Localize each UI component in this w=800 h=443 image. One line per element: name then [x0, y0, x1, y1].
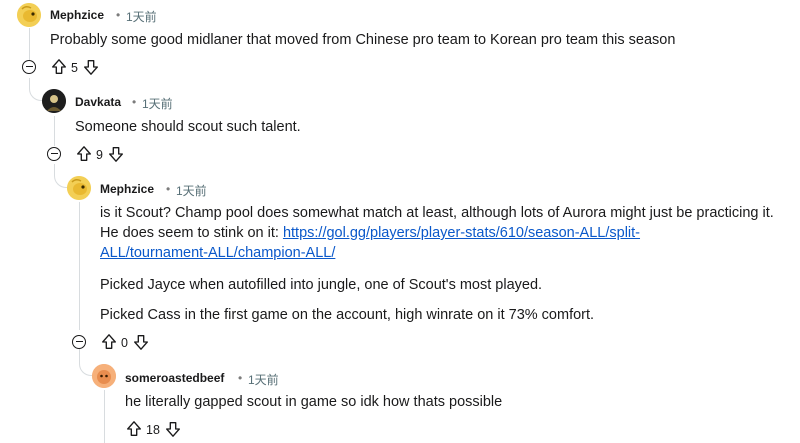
thread-connector: [54, 164, 68, 188]
vote-count: 9: [96, 148, 103, 162]
thread-line: [29, 28, 30, 60]
collapse-thread-icon[interactable]: [47, 147, 61, 161]
comment-body-paragraph: is it Scout? Champ pool does somewhat ma…: [100, 203, 790, 263]
comment-body-paragraph: Picked Jayce when autofilled into jungle…: [100, 277, 543, 293]
avatar[interactable]: [92, 364, 116, 388]
vote-count: 18: [146, 423, 160, 437]
comment-timestamp[interactable]: 1天前: [126, 8, 157, 25]
comment-body: Someone should scout such talent.: [75, 119, 301, 135]
separator-dot: •: [166, 182, 171, 196]
thread-line: [79, 202, 80, 330]
comment-author[interactable]: Davkata: [75, 95, 121, 109]
snoo-avatar-icon: [92, 364, 116, 388]
avatar[interactable]: [17, 3, 41, 27]
comment-timestamp[interactable]: 1天前: [176, 182, 207, 199]
separator-dot: •: [132, 95, 137, 109]
comment-body-paragraph: Picked Cass in the first game on the acc…: [100, 307, 595, 323]
comment-body: Probably some good midlaner that moved f…: [50, 32, 676, 48]
comment-author[interactable]: someroastedbeef: [125, 371, 224, 385]
comment-body: he literally gapped scout in game so idk…: [125, 394, 503, 410]
thread-line: [104, 390, 105, 443]
user-photo-icon: [42, 89, 66, 113]
avatar[interactable]: [67, 176, 91, 200]
thread-connector: [29, 78, 43, 101]
snoo-avatar-icon: [67, 176, 91, 200]
separator-dot: •: [116, 8, 121, 22]
downvote-arrow-icon[interactable]: [132, 333, 150, 351]
collapse-thread-icon[interactable]: [22, 60, 36, 74]
vote-count: 0: [121, 336, 128, 350]
downvote-arrow-icon[interactable]: [107, 145, 125, 163]
upvote-arrow-icon[interactable]: [100, 333, 118, 351]
upvote-arrow-icon[interactable]: [125, 420, 143, 438]
vote-count: 5: [71, 61, 78, 75]
upvote-arrow-icon[interactable]: [75, 145, 93, 163]
avatar[interactable]: [42, 89, 66, 113]
separator-dot: •: [238, 371, 243, 385]
thread-connector: [79, 349, 93, 376]
downvote-arrow-icon[interactable]: [82, 58, 100, 76]
snoo-avatar-icon: [17, 3, 41, 27]
comment-author[interactable]: Mephzice: [100, 182, 154, 196]
upvote-arrow-icon[interactable]: [50, 58, 68, 76]
comment-author[interactable]: Mephzice: [50, 8, 104, 22]
collapse-thread-icon[interactable]: [72, 335, 86, 349]
stats-link-continued[interactable]: ALL/tournament-ALL/champion-ALL/: [100, 245, 335, 261]
comment-timestamp[interactable]: 1天前: [142, 95, 173, 112]
comment-timestamp[interactable]: 1天前: [248, 371, 279, 388]
stats-link[interactable]: https://gol.gg/players/player-stats/610/…: [283, 225, 640, 241]
thread-line: [54, 116, 55, 146]
downvote-arrow-icon[interactable]: [164, 420, 182, 438]
